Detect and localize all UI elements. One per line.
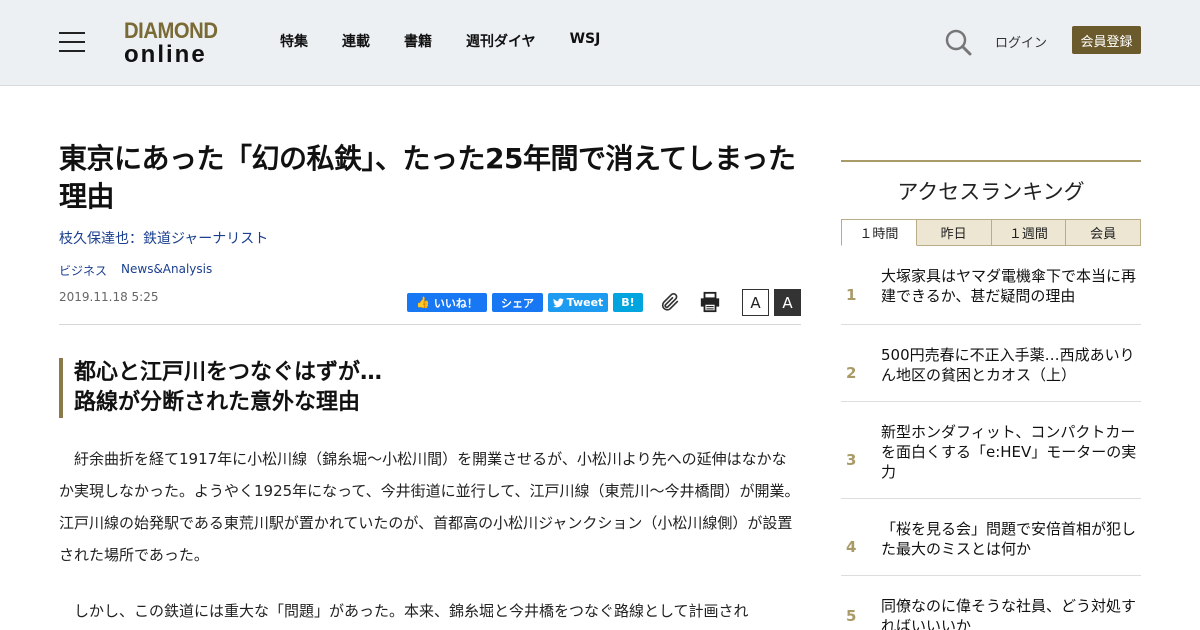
login-link[interactable]: ログイン	[995, 32, 1047, 51]
ranking-item[interactable]: 3 新型ホンダフィット、コンパクトカーを面白くする「e:HEV」モーターの実力	[841, 402, 1141, 499]
paperclip-icon[interactable]	[659, 291, 681, 313]
divider	[59, 324, 801, 325]
article-paragraph: 紆余曲折を経て1917年に小松川線（錦糸堀～小松川間）を開業させるが、小松川より…	[59, 450, 800, 564]
logo-line1: DIAMOND	[124, 18, 218, 43]
ranking-tabs: １時間 昨日 １週間 会員	[841, 219, 1141, 246]
ranking-title: アクセスランキング	[897, 180, 1085, 204]
subheading-line1: 都心と江戸川をつなぐはずが…	[74, 360, 383, 385]
thumbs-up-icon: 👍	[416, 296, 430, 309]
nav-item-wsj[interactable]: WSJ	[570, 31, 601, 51]
search-icon[interactable]	[944, 28, 972, 56]
hatena-bookmark-button[interactable]: B!	[613, 293, 643, 312]
facebook-like-label: いいね！	[433, 296, 478, 310]
subheading-line2: 路線が分断された意外な理由	[74, 390, 361, 415]
main-nav: 特集 連載 書籍 週刊ダイヤ WSJ	[280, 31, 634, 51]
ranking-headline: 「桜を見る会」問題で安倍首相が犯した最大のミスとは何か	[881, 520, 1137, 558]
site-logo[interactable]: DIAMOND online	[124, 18, 228, 68]
tag-news-analysis[interactable]: News&Analysis	[121, 262, 212, 279]
ranking-number: 2	[846, 364, 857, 382]
author-link[interactable]: 枝久保達也：鉄道ジャーナリスト	[59, 228, 268, 248]
article-title: 東京にあった「幻の私鉄」、たった25年間で消えてしまった理由	[59, 142, 796, 213]
print-icon[interactable]	[699, 291, 721, 313]
ranking-item[interactable]: 5 同僚なのに偉そうな社員、どう対処すればいいいか	[841, 576, 1141, 630]
ranking-top-border	[841, 160, 1141, 162]
nav-item-tokushu[interactable]: 特集	[280, 31, 308, 51]
ranking-headline: 500円売春に不正入手薬…西成あいりん地区の貧困とカオス（上）	[881, 346, 1135, 384]
ranking-list: 1 大塚家具はヤマダ電機傘下で本当に再建できるか、甚だ疑問の理由 2 500円売…	[841, 246, 1141, 630]
twitter-bird-icon	[552, 297, 564, 307]
facebook-share-button[interactable]: シェア	[492, 293, 543, 312]
site-header: DIAMOND online 特集 連載 書籍 週刊ダイヤ WSJ ログイン 会…	[0, 0, 1200, 86]
font-size-small-button[interactable]: A	[742, 289, 769, 316]
ranking-number: 3	[846, 451, 857, 469]
article-subheading: 都心と江戸川をつなぐはずが… 路線が分断された意外な理由	[59, 358, 801, 418]
tweet-button[interactable]: Tweet	[548, 293, 608, 312]
ranking-number: 4	[846, 538, 857, 556]
tag-list: ビジネス News&Analysis	[59, 262, 226, 279]
ranking-number: 1	[846, 286, 857, 304]
logo-line2: online	[124, 41, 207, 68]
article-paragraph: しかし、この鉄道には重大な「問題」があった。本来、錦糸堀と今井橋をつなぐ路線とし…	[74, 602, 749, 620]
publish-date: 2019.11.18 5:25	[59, 290, 159, 304]
ranking-item[interactable]: 4 「桜を見る会」問題で安倍首相が犯した最大のミスとは何か	[841, 499, 1141, 576]
nav-item-weekly[interactable]: 週刊ダイヤ	[466, 31, 536, 51]
ranking-number: 5	[846, 607, 857, 625]
tab-1week[interactable]: １週間	[991, 219, 1067, 246]
font-size-large-button[interactable]: A	[774, 289, 801, 316]
ranking-headline: 新型ホンダフィット、コンパクトカーを面白くする「e:HEV」モーターの実力	[881, 423, 1137, 481]
share-buttons: 👍 いいね！ シェア Tweet B!	[407, 293, 643, 312]
tweet-label: Tweet	[566, 296, 604, 309]
ranking-headline: 同僚なのに偉そうな社員、どう対処すればいいいか	[881, 597, 1137, 630]
register-button[interactable]: 会員登録	[1072, 26, 1141, 54]
tab-members[interactable]: 会員	[1066, 219, 1141, 246]
nav-item-rensai[interactable]: 連載	[342, 31, 370, 51]
facebook-like-button[interactable]: 👍 いいね！	[407, 293, 487, 312]
menu-icon[interactable]	[59, 32, 85, 52]
nav-item-shoseki[interactable]: 書籍	[404, 31, 432, 51]
tag-business[interactable]: ビジネス	[59, 262, 107, 279]
ranking-item[interactable]: 2 500円売春に不正入手薬…西成あいりん地区の貧困とカオス（上）	[841, 325, 1141, 402]
ranking-headline: 大塚家具はヤマダ電機傘下で本当に再建できるか、甚だ疑問の理由	[881, 267, 1137, 305]
tab-yesterday[interactable]: 昨日	[916, 219, 992, 246]
tab-1hour[interactable]: １時間	[841, 219, 917, 246]
ranking-item[interactable]: 1 大塚家具はヤマダ電機傘下で本当に再建できるか、甚だ疑問の理由	[841, 246, 1141, 325]
